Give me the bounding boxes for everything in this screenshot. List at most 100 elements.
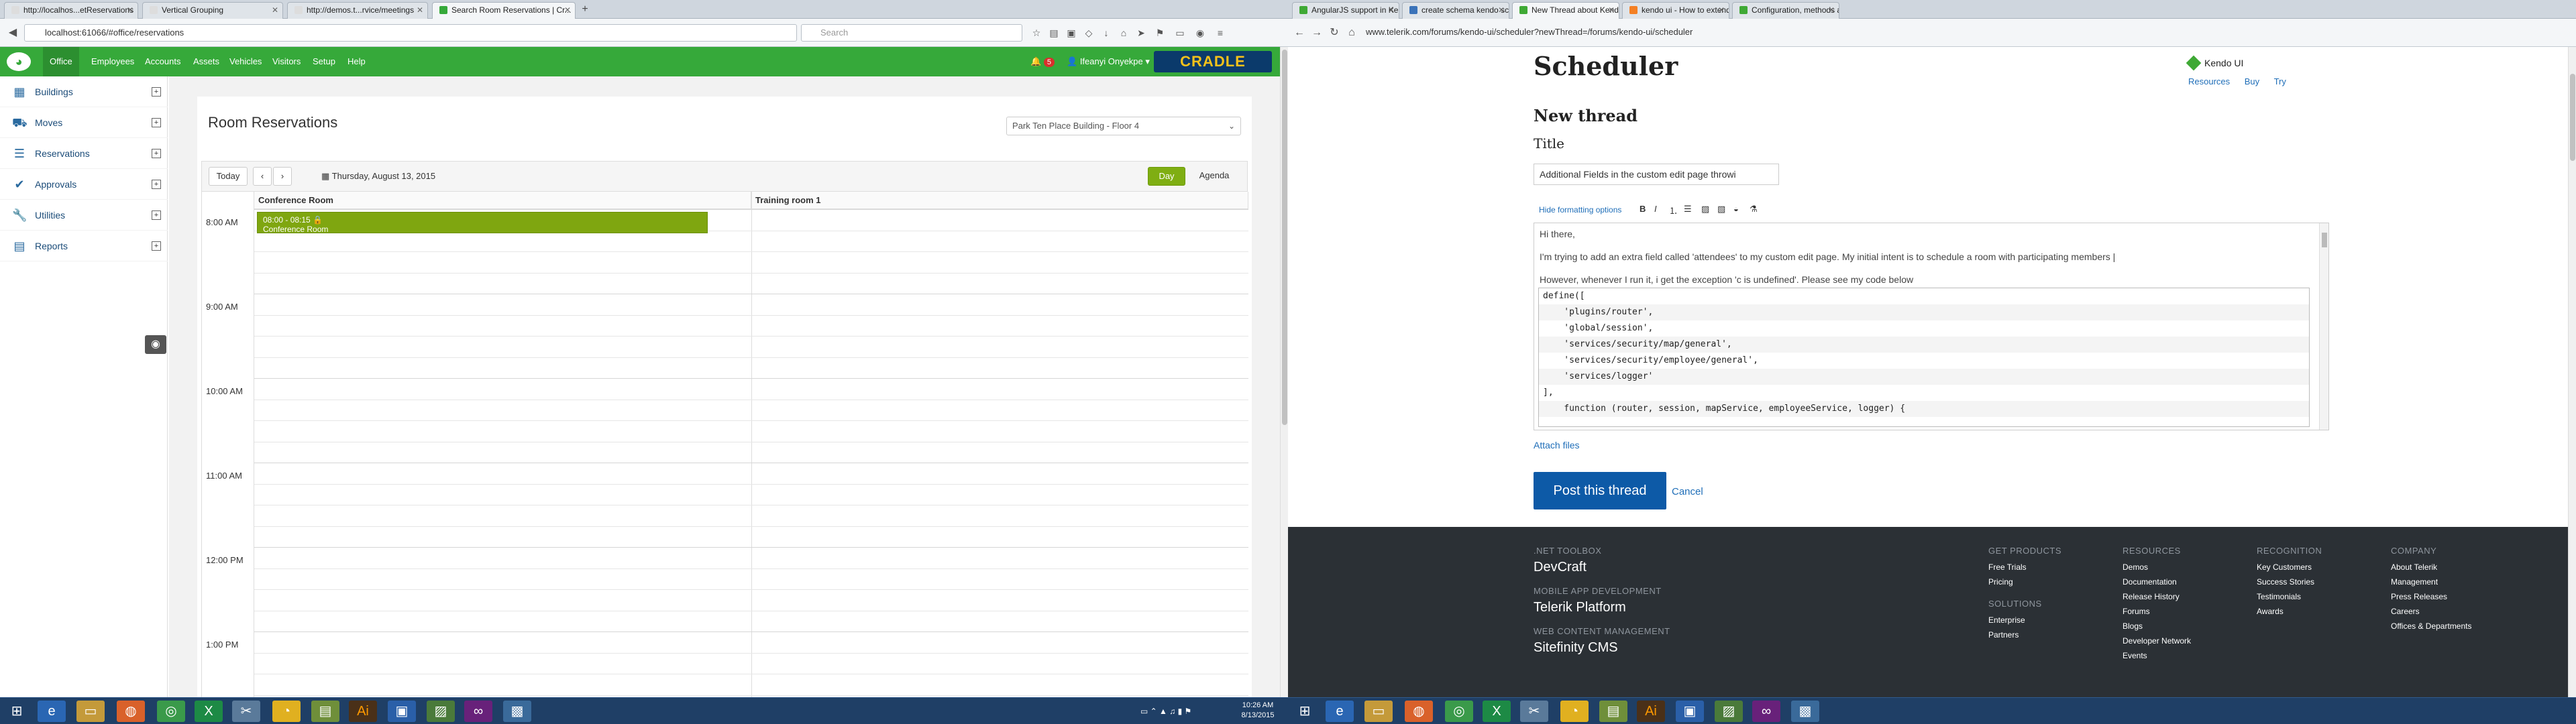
user-menu[interactable]: 👤 Ifeanyi Onyekpe ▾ [1060,47,1157,76]
extension-icon[interactable]: ⚑ [1154,27,1166,39]
chat-icon[interactable]: ◉ [1194,27,1206,39]
try-link[interactable]: Try [2274,76,2286,86]
start-icon[interactable]: ⊞ [1291,701,1319,722]
menu-visitors[interactable]: Visitors [266,47,307,76]
footer-link[interactable]: Release History [2123,589,2191,604]
footer-link[interactable]: Enterprise [1988,613,2061,627]
quote-icon[interactable]: ◒ [1733,204,1739,214]
notes-icon[interactable]: ▤ [1599,701,1627,722]
chat-app-icon[interactable]: ◔ [272,701,301,722]
close-icon[interactable]: ✕ [272,3,278,17]
footer-link[interactable]: Key Customers [2257,560,2322,575]
excel-icon[interactable]: X [195,701,223,722]
app-logo-icon[interactable]: ◕ [7,52,31,71]
expand-icon[interactable]: + [152,149,161,158]
menu-setup[interactable]: Setup [306,47,342,76]
send-icon[interactable]: ➤ [1135,27,1147,39]
unordered-list-icon[interactable]: ☰ [1684,204,1692,215]
footer-link[interactable]: Demos [2123,560,2191,575]
footer-link[interactable]: Success Stories [2257,575,2322,589]
menu-vehicles[interactable]: Vehicles [223,47,268,76]
star-icon[interactable]: ☆ [1030,27,1042,39]
download-icon[interactable]: ↓ [1100,27,1112,39]
close-icon[interactable]: ✕ [1388,3,1395,17]
footer-link[interactable]: Management [2391,575,2472,589]
app-icon[interactable]: ▩ [503,701,531,722]
today-button[interactable]: Today [209,167,248,186]
close-icon[interactable]: ✕ [417,3,423,17]
app-icon[interactable]: ▣ [388,701,416,722]
explorer-icon[interactable]: ▭ [1364,701,1393,722]
close-icon[interactable]: ✕ [1608,3,1615,17]
cancel-link[interactable]: Cancel [1672,486,1703,497]
tool-icon[interactable]: ✂ [232,701,260,722]
sidebar-item-utilities[interactable]: 🔧 Utilities + [0,200,168,231]
menu-help[interactable]: Help [341,47,372,76]
devcraft-link[interactable]: DevCraft [1534,560,1670,575]
search-input[interactable]: Search [801,24,1022,42]
attach-files-link[interactable]: Attach files [1534,440,1579,450]
post-editor[interactable]: Hi there, I'm trying to add an extra fie… [1534,223,2329,430]
next-button[interactable]: › [273,167,292,186]
footer-link[interactable]: Awards [2257,604,2322,619]
visual-studio-icon[interactable]: ∞ [1752,701,1780,722]
bold-icon[interactable]: B [1640,204,1646,214]
sidebar-item-reservations[interactable]: ☰ Reservations + [0,138,168,169]
day-view-button[interactable]: Day [1148,167,1185,186]
sitefinity-link[interactable]: Sitefinity CMS [1534,640,1670,656]
footer-link[interactable]: Free Trials [1988,560,2061,575]
scrollbar-thumb[interactable] [2322,233,2327,247]
building-select[interactable]: Park Ten Place Building - Floor 4 ⌄ [1006,117,1241,135]
reading-list-icon[interactable]: ▤ [1048,27,1060,39]
kendo-ui-logo[interactable]: Kendo UI [2186,55,2243,71]
footer-link[interactable]: Partners [1988,627,2061,642]
close-icon[interactable]: ✕ [564,3,571,17]
code-block[interactable]: define([ 'plugins/router', 'global/sessi… [1538,288,2310,427]
tab-search-room-reservations[interactable]: Search Room Reservations | Cr... ✕ [432,2,576,19]
page-scrollbar[interactable] [2568,47,2576,697]
chrome-icon[interactable]: ◎ [157,701,185,722]
back-icon[interactable]: ← [1292,25,1307,40]
notes-icon[interactable]: ▤ [311,701,339,722]
tool-icon[interactable]: ✂ [1520,701,1548,722]
back-icon[interactable]: ◀ [5,25,20,40]
image-icon[interactable]: ▧ [1717,204,1725,215]
footer-link[interactable]: Forums [2123,604,2191,619]
prev-button[interactable]: ‹ [253,167,272,186]
url-bar[interactable]: localhost:61066/#office/reservations [24,24,797,42]
chrome-icon[interactable]: ◎ [1445,701,1473,722]
home-icon[interactable]: ⌂ [1344,25,1359,40]
tab-configuration[interactable]: Configuration, methods and...✕ [1732,2,1839,19]
editor-scrollbar[interactable] [2319,223,2328,430]
italic-icon[interactable]: I [1654,204,1657,214]
start-icon[interactable]: ⊞ [3,701,31,722]
expand-icon[interactable]: + [152,118,161,127]
system-tray[interactable]: ▭ ⌃ ▲ ♫ ▮ ⚑ [1140,698,1191,724]
tab-reservations[interactable]: http://localhos...etReservations ✕ [4,2,138,19]
menu-icon[interactable]: ≡ [1214,27,1226,39]
footer-link[interactable]: Developer Network [2123,634,2191,648]
footer-link[interactable]: About Telerik [2391,560,2472,575]
chat-app-icon[interactable]: ◔ [1560,701,1589,722]
hide-formatting-link[interactable]: Hide formatting options [1539,205,1621,215]
scrollbar-thumb[interactable] [2570,74,2575,161]
collapse-sidebar-icon[interactable]: ◉ [145,335,166,354]
menu-accounts[interactable]: Accounts [138,47,187,76]
post-thread-button[interactable]: Post this thread [1534,472,1666,509]
lock-icon[interactable]: ▣ [1065,27,1077,39]
pocket-icon[interactable]: ◇ [1083,27,1095,39]
tab-kendo-extend[interactable]: kendo ui - How to extend... ✕ [1622,2,1729,19]
ie-icon[interactable]: e [1326,701,1354,722]
footer-link[interactable]: Press Releases [2391,589,2472,604]
footer-link[interactable]: Blogs [2123,619,2191,634]
tab-vertical-grouping[interactable]: Vertical Grouping ✕ [142,2,283,19]
footer-link[interactable]: Events [2123,648,2191,663]
close-icon[interactable]: ✕ [1828,3,1835,17]
visual-studio-icon[interactable]: ∞ [464,701,492,722]
expand-icon[interactable]: + [152,210,161,220]
firefox-icon[interactable]: ◍ [1405,701,1433,722]
expand-icon[interactable]: + [152,180,161,189]
footer-link[interactable]: Offices & Departments [2391,619,2472,634]
forward-icon[interactable]: → [1309,25,1324,40]
new-tab-button[interactable]: + [578,4,592,16]
